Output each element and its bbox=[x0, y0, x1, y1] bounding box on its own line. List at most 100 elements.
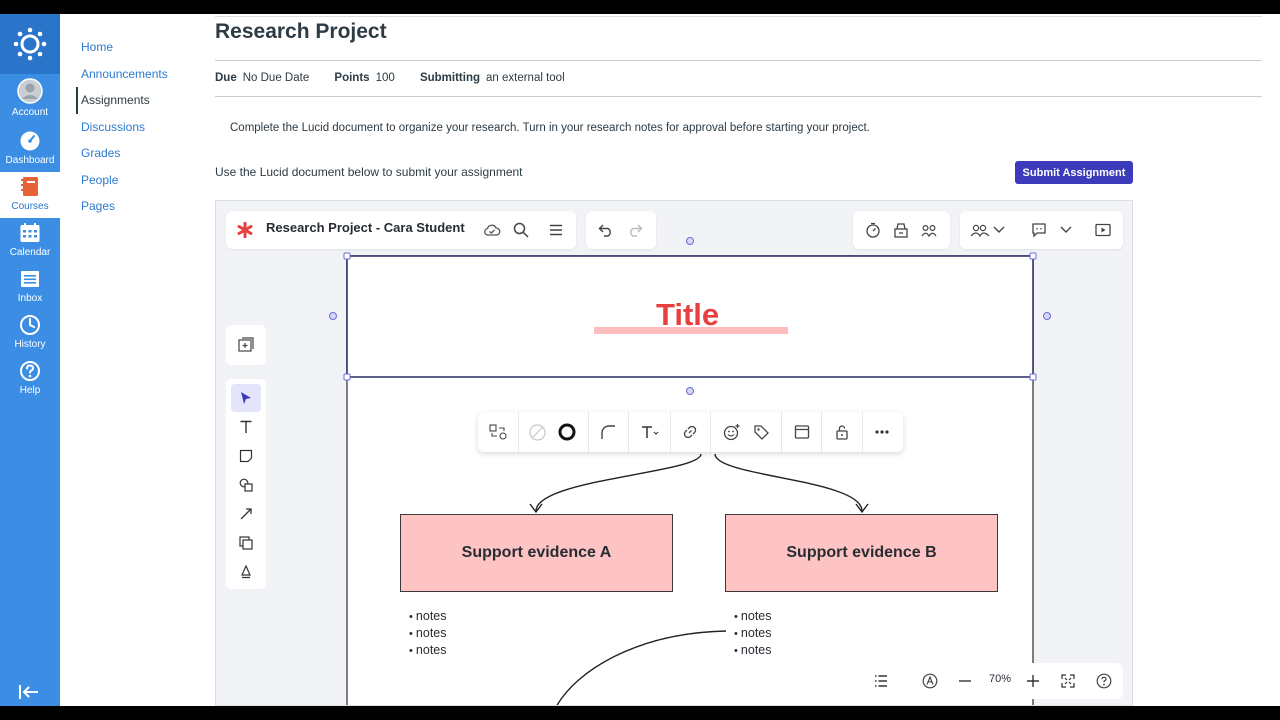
gnav-account[interactable]: Account bbox=[0, 78, 60, 124]
history-icon bbox=[20, 315, 40, 335]
redo-icon[interactable] bbox=[627, 223, 643, 237]
list-item: notes bbox=[734, 608, 772, 625]
lucid-embed[interactable]: Title Support evidence A Support evidenc… bbox=[215, 200, 1133, 706]
zoom-out-icon[interactable] bbox=[959, 680, 971, 682]
sticky-note-tool[interactable] bbox=[231, 442, 261, 470]
comment-icon[interactable] bbox=[1031, 222, 1047, 238]
list-item: notes bbox=[734, 642, 772, 659]
accessibility-icon[interactable] bbox=[922, 673, 938, 689]
account-avatar-icon bbox=[17, 78, 43, 104]
course-nav-pages[interactable]: Pages bbox=[76, 193, 168, 220]
points-value: 100 bbox=[375, 72, 395, 84]
course-nav-assignments[interactable]: Assignments bbox=[76, 87, 168, 114]
outline-panel-toggle[interactable] bbox=[861, 663, 901, 699]
add-reaction-icon[interactable] bbox=[723, 423, 741, 441]
gnav-calendar-label: Calendar bbox=[9, 247, 51, 258]
gnav-courses-label: Courses bbox=[11, 201, 49, 212]
assignment-meta: Due No Due Date Points 100 Submitting an ex… bbox=[215, 72, 565, 84]
gnav-inbox[interactable]: Inbox bbox=[0, 268, 60, 314]
course-nav-discussions[interactable]: Discussions bbox=[76, 114, 168, 141]
calendar-icon bbox=[20, 223, 40, 242]
pen-tool[interactable] bbox=[231, 558, 261, 586]
divider bbox=[862, 412, 863, 452]
search-icon[interactable] bbox=[513, 222, 529, 238]
notes-list-a[interactable]: notes notes notes bbox=[409, 608, 447, 659]
divider bbox=[215, 96, 1262, 97]
line-arrow-icon bbox=[240, 508, 252, 520]
divider bbox=[215, 60, 1262, 61]
list-item: notes bbox=[409, 625, 447, 642]
text-format-icon[interactable] bbox=[641, 424, 659, 440]
submit-assignment-button[interactable]: Submit Assignment bbox=[1015, 161, 1133, 184]
divider bbox=[588, 412, 589, 452]
global-nav: Account Dashboard Courses Calendar Inbox… bbox=[0, 14, 60, 706]
chevron-down-icon[interactable] bbox=[1060, 225, 1072, 235]
help-icon[interactable] bbox=[1096, 673, 1112, 689]
gnav-courses[interactable]: Courses bbox=[0, 172, 60, 218]
diagram-canvas[interactable] bbox=[216, 201, 1133, 706]
shapes-icon bbox=[239, 478, 253, 492]
course-nav-people[interactable]: People bbox=[76, 167, 168, 194]
top-divider bbox=[215, 16, 1262, 17]
people-icon[interactable] bbox=[921, 222, 937, 238]
add-frame-icon[interactable] bbox=[238, 337, 254, 353]
drawing-toolbar bbox=[226, 379, 266, 589]
timer-icon[interactable] bbox=[865, 222, 881, 238]
zoom-in-icon[interactable] bbox=[1027, 675, 1039, 687]
course-nav-grades[interactable]: Grades bbox=[76, 140, 168, 167]
due-value: No Due Date bbox=[242, 72, 310, 84]
gnav-dashboard[interactable]: Dashboard bbox=[0, 130, 60, 176]
link-icon[interactable] bbox=[682, 424, 698, 440]
container-icon[interactable] bbox=[794, 424, 810, 440]
menu-icon[interactable] bbox=[549, 223, 563, 237]
more-options-icon[interactable] bbox=[875, 430, 889, 434]
course-nav-announcements[interactable]: Announcements bbox=[76, 61, 168, 88]
present-icon[interactable] bbox=[1095, 223, 1111, 237]
pen-icon bbox=[241, 565, 251, 579]
course-nav-home[interactable]: Home bbox=[76, 34, 168, 61]
collaborators-icon[interactable] bbox=[970, 222, 990, 238]
canvas-logo-icon bbox=[13, 27, 47, 61]
divider bbox=[710, 412, 711, 452]
shapes-tool[interactable] bbox=[231, 471, 261, 499]
collapse-nav-icon[interactable] bbox=[18, 684, 40, 700]
fill-color-icon[interactable] bbox=[529, 424, 546, 441]
lucid-logo-icon[interactable] bbox=[237, 222, 253, 238]
undo-icon[interactable] bbox=[598, 223, 614, 237]
context-toolbar bbox=[478, 412, 903, 452]
tag-icon[interactable] bbox=[753, 424, 769, 440]
gnav-inbox-label: Inbox bbox=[17, 293, 43, 304]
gnav-account-label: Account bbox=[11, 107, 49, 118]
container-tool[interactable] bbox=[231, 529, 261, 557]
courses-icon bbox=[21, 177, 38, 196]
gnav-calendar[interactable]: Calendar bbox=[0, 222, 60, 268]
notes-list-b[interactable]: notes notes notes bbox=[734, 608, 772, 659]
canvas-logo[interactable] bbox=[0, 14, 60, 74]
corner-radius-icon[interactable] bbox=[600, 424, 616, 440]
document-title[interactable]: Research Project - Cara Student bbox=[266, 220, 465, 235]
diagram-title-text[interactable]: Title bbox=[656, 297, 719, 333]
list-item: notes bbox=[409, 608, 447, 625]
zoom-level[interactable]: 70% bbox=[989, 673, 1011, 685]
line-tool[interactable] bbox=[231, 500, 261, 528]
gnav-help-label: Help bbox=[19, 385, 41, 396]
points-label: Points bbox=[334, 72, 370, 84]
replace-shape-icon[interactable] bbox=[489, 424, 507, 440]
evidence-a-box[interactable]: Support evidence A bbox=[400, 514, 673, 592]
line-color-icon[interactable] bbox=[558, 423, 576, 441]
chevron-down-icon[interactable] bbox=[993, 225, 1005, 235]
zoom-controls: 70% bbox=[911, 663, 1123, 699]
evidence-b-box[interactable]: Support evidence B bbox=[725, 514, 998, 592]
text-tool[interactable] bbox=[231, 413, 261, 441]
divider bbox=[628, 412, 629, 452]
divider bbox=[781, 412, 782, 452]
gnav-history[interactable]: History bbox=[0, 314, 60, 360]
ballot-box-icon[interactable] bbox=[893, 222, 909, 238]
gnav-help[interactable]: Help bbox=[0, 360, 60, 406]
frames-icon bbox=[239, 536, 253, 550]
select-tool[interactable] bbox=[231, 384, 261, 412]
lock-icon[interactable] bbox=[835, 424, 849, 440]
fit-to-screen-icon[interactable] bbox=[1061, 674, 1075, 688]
submit-instruction: Use the Lucid document below to submit y… bbox=[215, 165, 523, 179]
cloud-saved-icon[interactable] bbox=[483, 222, 501, 238]
